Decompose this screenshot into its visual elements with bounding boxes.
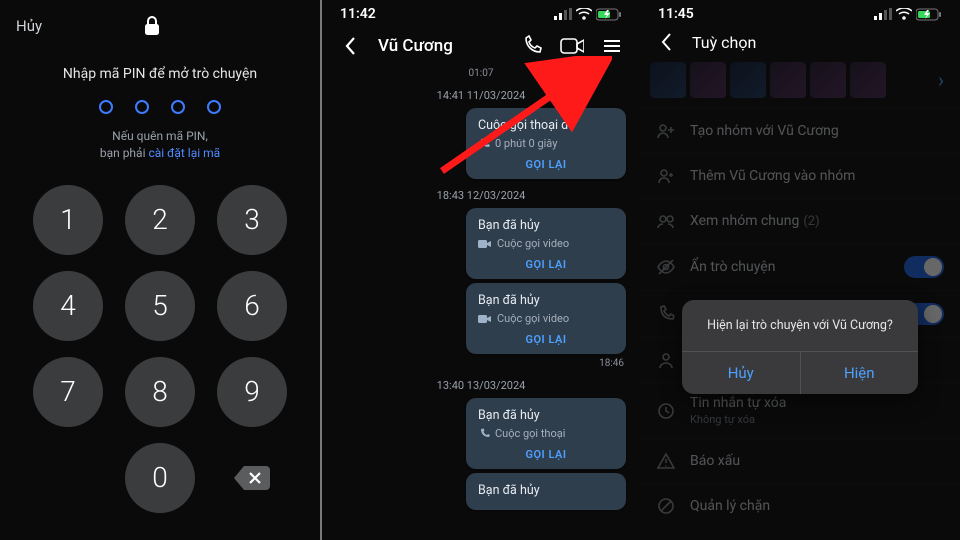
call-back-button[interactable]: GỌI LẠI [478, 158, 614, 171]
key-2[interactable]: 2 [125, 185, 195, 255]
group-add-icon [656, 121, 676, 141]
call-bubble[interactable]: Bạn đã hủy Cuộc gọi video GỌI LẠI [466, 208, 626, 279]
key-4[interactable]: 4 [33, 271, 103, 341]
option-label: Tạo nhóm với Vũ Cương [690, 123, 839, 139]
date-separator: 18:43 12/03/2024 [322, 189, 640, 202]
keypad: 1 2 3 4 5 6 7 8 9 0 [0, 185, 320, 513]
call-back-button[interactable]: GỌI LẠI [478, 333, 614, 346]
timestamp: 18:46 [338, 358, 624, 369]
toggle-switch[interactable] [904, 256, 944, 278]
bubble-subtitle: 0 phút 0 giây [478, 137, 614, 150]
warn-icon [656, 451, 676, 471]
call-back-button[interactable]: GỌI LẠI [478, 448, 614, 461]
bubble-subtitle: Cuộc gọi video [478, 237, 614, 250]
lock-icon [140, 14, 164, 38]
pin-hint: Nếu quên mã PIN, bạn phải cài đặt lại mã [0, 128, 320, 163]
phone-in-icon [656, 304, 676, 324]
pin-title: Nhập mã PIN để mở trò chuyện [0, 66, 320, 82]
group-icon [656, 211, 676, 231]
option-label: Xem nhóm chung(2) [690, 213, 820, 229]
battery-icon [596, 8, 622, 21]
status-time: 11:45 [658, 6, 694, 22]
battery-icon [916, 8, 942, 21]
bubble-subtitle: Cuộc gọi video [478, 312, 614, 325]
pin-screen: Hủy Nhập mã PIN để mở trò chuyện Nếu quê… [0, 0, 320, 540]
call-bubble[interactable]: Cuộc gọi thoại đi 0 phút 0 giây GỌI LẠI [466, 108, 626, 179]
key-6[interactable]: 6 [217, 271, 287, 341]
key-9[interactable]: 9 [217, 357, 287, 427]
bubble-title: Bạn đã hủy [478, 408, 614, 423]
option-row[interactable]: Ẩn trò chuyện [640, 243, 960, 290]
key-7[interactable]: 7 [33, 357, 103, 427]
bubble-title: Bạn đã hủy [478, 293, 614, 308]
bubble-title: Cuộc gọi thoại đi [478, 118, 614, 133]
block-icon [656, 496, 676, 516]
back-icon[interactable] [654, 30, 678, 54]
pin-dots [0, 100, 320, 114]
status-bar: 11:42 [322, 0, 640, 24]
call-bubble[interactable]: Bạn đã hủy Cuộc gọi video GỌI LẠI [466, 283, 626, 354]
prev-time: 01:07 [322, 68, 640, 79]
confirm-dialog: Hiện lại trò chuyện với Vũ Cương? Hủy Hi… [682, 300, 918, 394]
voice-call-icon[interactable] [520, 34, 544, 58]
chat-body[interactable]: 14:41 11/03/2024 Cuộc gọi thoại đi 0 phút … [322, 89, 640, 510]
key-1[interactable]: 1 [33, 185, 103, 255]
call-back-button[interactable]: GỌI LẠI [478, 258, 614, 271]
key-backspace[interactable] [217, 443, 287, 513]
video-call-icon[interactable] [560, 34, 584, 58]
option-label: Ẩn trò chuyện [690, 259, 775, 275]
chevron-right-icon[interactable]: › [938, 68, 950, 92]
key-8[interactable]: 8 [125, 357, 195, 427]
date-separator: 14:41 11/03/2024 [322, 89, 640, 102]
option-row[interactable]: Xem nhóm chung(2) [640, 198, 960, 243]
dialog-cancel-button[interactable]: Hủy [682, 352, 800, 394]
option-row[interactable]: Báo xấu [640, 438, 960, 483]
option-row[interactable]: Thêm Vũ Cương vào nhóm [640, 153, 960, 198]
option-label: Tin nhắn tự xóaKhông tự xóa [690, 395, 786, 426]
wifi-icon [896, 8, 912, 20]
dialog-confirm-button[interactable]: Hiện [800, 352, 919, 394]
pin-cancel-button[interactable]: Hủy [16, 17, 42, 35]
reset-pin-link[interactable]: cài đặt lại mã [148, 146, 220, 160]
chat-title[interactable]: Vũ Cương [378, 36, 504, 56]
key-3[interactable]: 3 [217, 185, 287, 255]
status-bar: 11:45 [640, 0, 960, 24]
options-title: Tuỳ chọn [692, 33, 756, 52]
back-icon[interactable] [338, 34, 362, 58]
user-add-icon [656, 166, 676, 186]
option-row[interactable]: Quản lý chặn [640, 483, 960, 528]
bubble-subtitle: Cuộc gọi thoại [478, 427, 614, 440]
options-header: Tuỳ chọn [640, 24, 960, 58]
clock-icon [656, 401, 676, 421]
dialog-message: Hiện lại trò chuyện với Vũ Cương? [682, 300, 918, 351]
eye-off-icon [656, 257, 676, 277]
option-label: Quản lý chặn [690, 498, 770, 514]
key-empty [33, 443, 103, 513]
option-label: Báo xấu [690, 453, 740, 469]
signal-icon [554, 8, 572, 20]
call-bubble[interactable]: Bạn đã hủy [466, 473, 626, 510]
option-row[interactable]: Tạo nhóm với Vũ Cương [640, 108, 960, 153]
status-time: 11:42 [340, 6, 376, 22]
bubble-title: Bạn đã hủy [478, 218, 614, 233]
option-label: Thêm Vũ Cương vào nhóm [690, 168, 855, 184]
key-0[interactable]: 0 [125, 443, 195, 513]
chat-header: Vũ Cương [322, 24, 640, 66]
call-bubble[interactable]: Bạn đã hủy Cuộc gọi thoại GỌI LẠI [466, 398, 626, 469]
bubble-title: Bạn đã hủy [478, 483, 614, 498]
chat-screen: 11:42 Vũ Cương 01:07 14:41 11/03/2024 Cuộ… [320, 0, 640, 540]
date-separator: 13:40 13/03/2024 [322, 379, 640, 392]
menu-icon[interactable] [600, 34, 624, 58]
signal-icon [874, 8, 892, 20]
options-screen: 11:45 Tuỳ chọn › Tạo nhóm với Vũ Cương Th… [640, 0, 960, 540]
media-thumbnails[interactable]: › [640, 58, 960, 108]
key-5[interactable]: 5 [125, 271, 195, 341]
wifi-icon [576, 8, 592, 20]
user-cog-icon [656, 350, 676, 370]
